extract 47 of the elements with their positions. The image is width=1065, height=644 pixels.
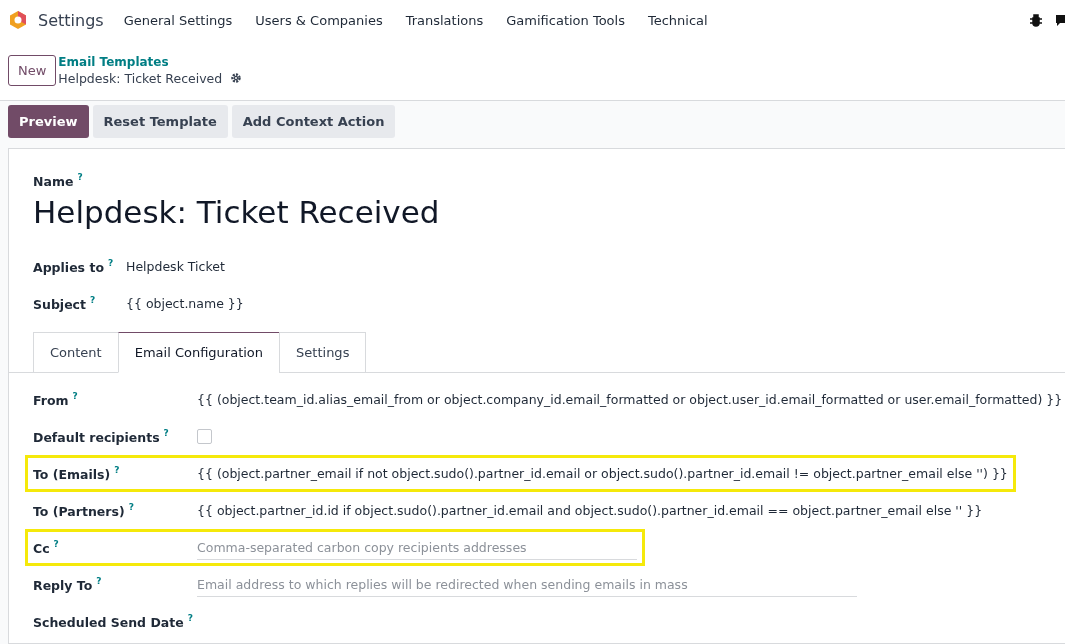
settings-icon[interactable] [230,72,243,84]
action-button[interactable]: Preview [8,105,89,138]
action-button[interactable]: Reset Template [92,105,228,138]
text-field[interactable]: Comma-separated carbon copy recipients addresses [197,535,637,560]
field-value: {{ (object.team_id.alias_email_from or object.company_id.email_formatted or object.user_id.email_formatted or user.email_formatted) }} [197,392,1063,407]
menu-item[interactable]: Translations [405,12,484,28]
breadcrumb-link[interactable]: Email Templates [58,54,243,69]
field-label: To (Partners) [33,504,125,519]
field-label: Cc [33,541,50,556]
help-icon[interactable]: ? [187,612,193,623]
field-value: {{ object.name }} [126,296,244,311]
help-icon[interactable]: ? [114,464,120,475]
field-label: Applies to [33,260,104,275]
help-icon[interactable]: ? [77,171,83,182]
field-label: Default recipients [33,430,160,445]
help-icon[interactable]: ? [72,390,78,401]
menu-item[interactable]: General Settings [123,12,233,28]
bug-icon[interactable] [1029,13,1043,27]
help-icon[interactable]: ? [163,427,169,438]
help-icon[interactable]: ? [128,501,134,512]
field-label: Reply To [33,578,93,593]
checkbox[interactable] [197,429,212,444]
action-button[interactable]: Add Context Action [231,105,396,138]
text-field[interactable]: Email address to which replies will be redirected when sending emails in mass [197,572,857,597]
menu-item[interactable]: Users & Companies [255,12,383,28]
breadcrumb-current: Helpdesk: Ticket Received [58,70,223,86]
field-label: From [33,393,69,408]
tab[interactable]: Settings [279,332,367,373]
field-value: {{ (object.partner_email if not object.sudo().partner_id.email or object.sudo().partner_id.email != object.partner_email else '') }} [197,466,1008,481]
menu-item[interactable]: Technical [647,12,708,28]
new-button[interactable]: New [8,54,57,86]
help-icon[interactable]: ? [90,294,96,305]
tab[interactable]: Email Configuration [117,332,281,373]
help-icon[interactable]: ? [108,257,114,268]
field-value: Helpdesk Ticket [126,259,225,274]
field-value: {{ object.partner_id.id if object.sudo().partner_id.email and object.sudo().partner_id.email == object.partner_email else '' }} [197,503,983,518]
help-icon[interactable]: ? [53,538,59,549]
field-label: To (Emails) [33,467,111,482]
field-label: Name [33,174,74,189]
menu-item[interactable]: Gamification Tools [506,12,625,28]
field-label: Scheduled Send Date [33,615,184,630]
field-label: Subject [33,297,86,312]
record-title: Helpdesk: Ticket Received [33,194,441,230]
app-title[interactable]: Settings [38,10,104,30]
help-icon[interactable]: ? [96,575,102,586]
chat-icon[interactable] [1055,13,1065,27]
hexagon-logo-icon [8,10,28,30]
